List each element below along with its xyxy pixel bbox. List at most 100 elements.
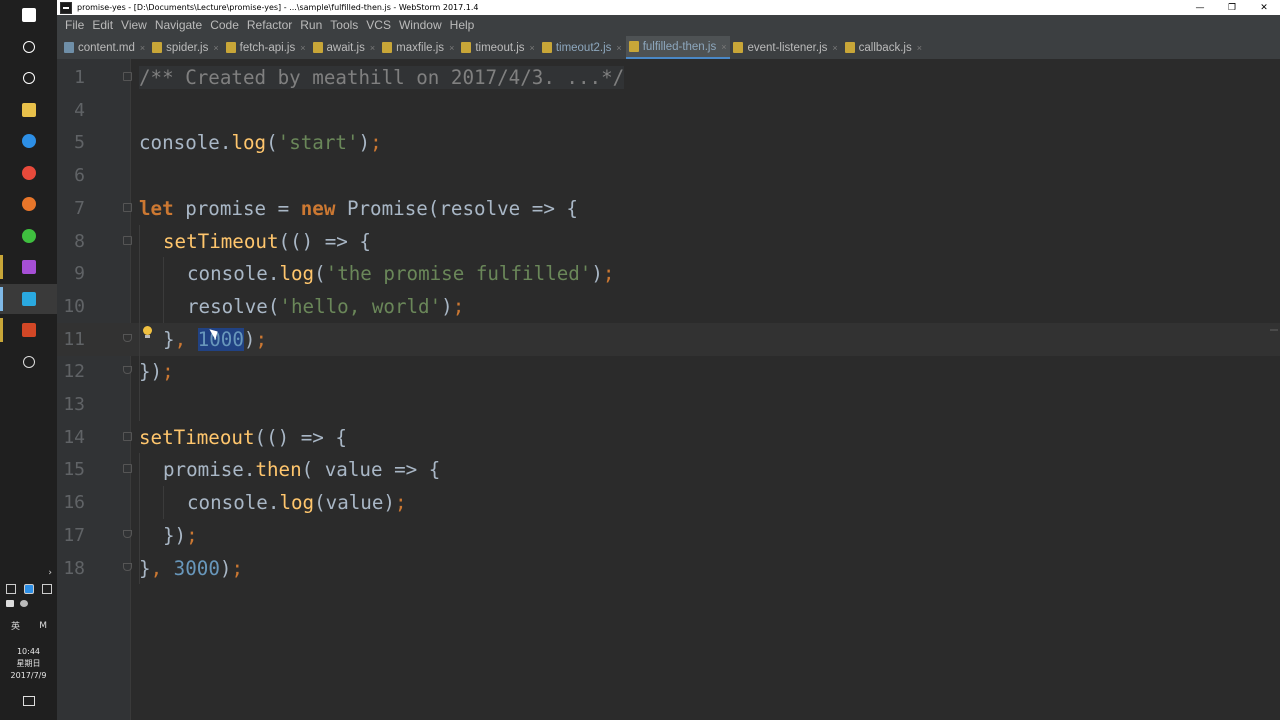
- windows-start-icon[interactable]: [0, 0, 57, 30]
- tab-close-icon[interactable]: ×: [917, 43, 922, 53]
- tab-content-md[interactable]: content.md ×: [61, 36, 149, 59]
- edge-browser-icon[interactable]: [0, 126, 57, 156]
- file-explorer-icon[interactable]: [0, 95, 57, 125]
- tab-timeout2-js[interactable]: timeout2.js ×: [539, 36, 626, 59]
- fold-start-icon[interactable]: [123, 202, 132, 212]
- restore-icon[interactable]: ❐: [1216, 0, 1248, 15]
- code-line[interactable]: 18}, 3000);: [57, 552, 1280, 585]
- menu-window[interactable]: Window: [395, 18, 446, 32]
- menu-navigate[interactable]: Navigate: [151, 18, 206, 32]
- tab-fetch-api-js[interactable]: fetch-api.js ×: [223, 36, 310, 59]
- action-center-icon[interactable]: [0, 686, 57, 716]
- code-line[interactable]: 16 console.log(value);: [57, 486, 1280, 519]
- code-line[interactable]: 14 setTimeout(() => {: [57, 421, 1280, 454]
- menu-view[interactable]: View: [117, 18, 151, 32]
- code-token: new: [300, 196, 336, 220]
- tab-timeout-js[interactable]: timeout.js ×: [458, 36, 538, 59]
- fold-end-icon[interactable]: [123, 333, 132, 342]
- tab-spider-js[interactable]: spider.js ×: [149, 36, 222, 59]
- code-text: setTimeout(() => {: [139, 421, 347, 454]
- menu-file[interactable]: File: [61, 18, 88, 32]
- wechat-icon[interactable]: [0, 221, 57, 251]
- code-line[interactable]: 4: [57, 94, 1280, 127]
- menu-vcs[interactable]: VCS: [362, 18, 395, 32]
- tab-event-listener-js[interactable]: event-listener.js ×: [730, 36, 841, 59]
- webstorm-icon[interactable]: [0, 283, 57, 314]
- tab-close-icon[interactable]: ×: [213, 43, 218, 53]
- fold-start-icon[interactable]: [123, 72, 132, 81]
- volume-icon[interactable]: [42, 584, 52, 594]
- code-token: }): [163, 523, 187, 547]
- code-token: 'the promise fulfilled': [325, 262, 592, 286]
- code-line[interactable]: 7 let promise = new Promise(resolve => {: [57, 192, 1280, 225]
- scrollbar-marker[interactable]: [1270, 329, 1278, 331]
- tab-close-icon[interactable]: ×: [530, 43, 535, 53]
- tab-fulfilled-then-js[interactable]: fulfilled-then.js ×: [625, 36, 731, 59]
- tab-close-icon[interactable]: ×: [721, 42, 726, 52]
- code-line[interactable]: 5 console.log('start');: [57, 126, 1280, 159]
- line-number: 18: [63, 557, 85, 579]
- fold-end-icon[interactable]: [123, 366, 132, 375]
- telegram-icon[interactable]: [6, 600, 14, 607]
- firefox-browser-icon[interactable]: [0, 189, 57, 219]
- ime-mode-indicator[interactable]: M: [39, 621, 47, 631]
- tab-close-icon[interactable]: ×: [370, 43, 375, 53]
- chrome-browser-icon[interactable]: [0, 158, 57, 188]
- tab-close-icon[interactable]: ×: [449, 43, 454, 53]
- code-line[interactable]: 15 promise.then( value => {: [57, 453, 1280, 486]
- code-line[interactable]: 12});: [57, 355, 1280, 388]
- tab-close-icon[interactable]: ×: [140, 43, 145, 53]
- tab-label: timeout2.js: [555, 41, 612, 54]
- title-bar: promise-yes - [D:\Documents\Lecture\prom…: [57, 0, 1280, 15]
- code-line[interactable]: 8 setTimeout(() => {: [57, 225, 1280, 258]
- code-token: ): [441, 294, 453, 318]
- clock-date: 2017/7/9: [10, 671, 47, 680]
- tab-close-icon[interactable]: ×: [616, 43, 621, 53]
- fold-end-icon[interactable]: [123, 562, 132, 571]
- intention-bulb-icon[interactable]: [143, 326, 152, 339]
- fold-start-icon[interactable]: [123, 235, 132, 245]
- line-number: 15: [63, 459, 85, 481]
- tab-await-js[interactable]: await.js ×: [310, 36, 380, 59]
- code-token: Promise(resolve => {: [335, 196, 578, 220]
- fold-end-icon[interactable]: [123, 529, 132, 538]
- minimize-icon[interactable]: —: [1184, 0, 1216, 15]
- phpstorm-icon[interactable]: [0, 252, 57, 282]
- bluetooth-icon[interactable]: [24, 584, 34, 594]
- powerpoint-icon[interactable]: [0, 315, 57, 345]
- code-token: setTimeout: [139, 425, 255, 449]
- code-line[interactable]: 11}, 1000);: [57, 322, 1280, 356]
- menu-edit[interactable]: Edit: [88, 18, 117, 32]
- code-line[interactable]: 10 resolve('hello, world');: [57, 290, 1280, 323]
- tab-callback-js[interactable]: callback.js ×: [842, 36, 926, 59]
- code-editor[interactable]: 1 /** Created by meathill on 2017/4/3. ..…: [57, 59, 1280, 720]
- fold-start-icon[interactable]: [123, 431, 132, 441]
- code-line[interactable]: 6: [57, 159, 1280, 192]
- cortana-search-icon[interactable]: [0, 32, 57, 62]
- menu-code[interactable]: Code: [206, 18, 243, 32]
- webstorm-app-icon: [60, 1, 72, 14]
- tab-maxfile-js[interactable]: maxfile.js ×: [379, 36, 458, 59]
- code-line[interactable]: 9 console.log('the promise fulfilled');: [57, 257, 1280, 290]
- tray-expand-chevron-icon[interactable]: ›: [6, 568, 52, 578]
- task-view-icon[interactable]: [0, 63, 57, 93]
- code-line[interactable]: 17});: [57, 519, 1280, 552]
- clock-app-icon[interactable]: [0, 347, 57, 377]
- system-clock[interactable]: 10:44 星期日 2017/7/9: [0, 646, 57, 682]
- code-token: (: [266, 131, 278, 155]
- menu-tools[interactable]: Tools: [326, 18, 362, 32]
- menu-refactor[interactable]: Refactor: [243, 18, 296, 32]
- code-line[interactable]: 1 /** Created by meathill on 2017/4/3. ..…: [57, 61, 1280, 94]
- ime-language-indicator[interactable]: 英: [11, 619, 20, 632]
- fold-start-icon[interactable]: [123, 464, 132, 474]
- close-icon[interactable]: ✕: [1248, 0, 1280, 15]
- code-line[interactable]: 13: [57, 388, 1280, 421]
- menu-help[interactable]: Help: [446, 18, 479, 32]
- code-token: .: [219, 131, 232, 155]
- wechat-tray-icon[interactable]: [20, 600, 28, 607]
- menu-run[interactable]: Run: [296, 18, 326, 32]
- tab-close-icon[interactable]: ×: [832, 43, 837, 53]
- network-icon[interactable]: [6, 584, 16, 594]
- code-text: resolve('hello, world');: [187, 290, 464, 323]
- tab-close-icon[interactable]: ×: [300, 43, 305, 53]
